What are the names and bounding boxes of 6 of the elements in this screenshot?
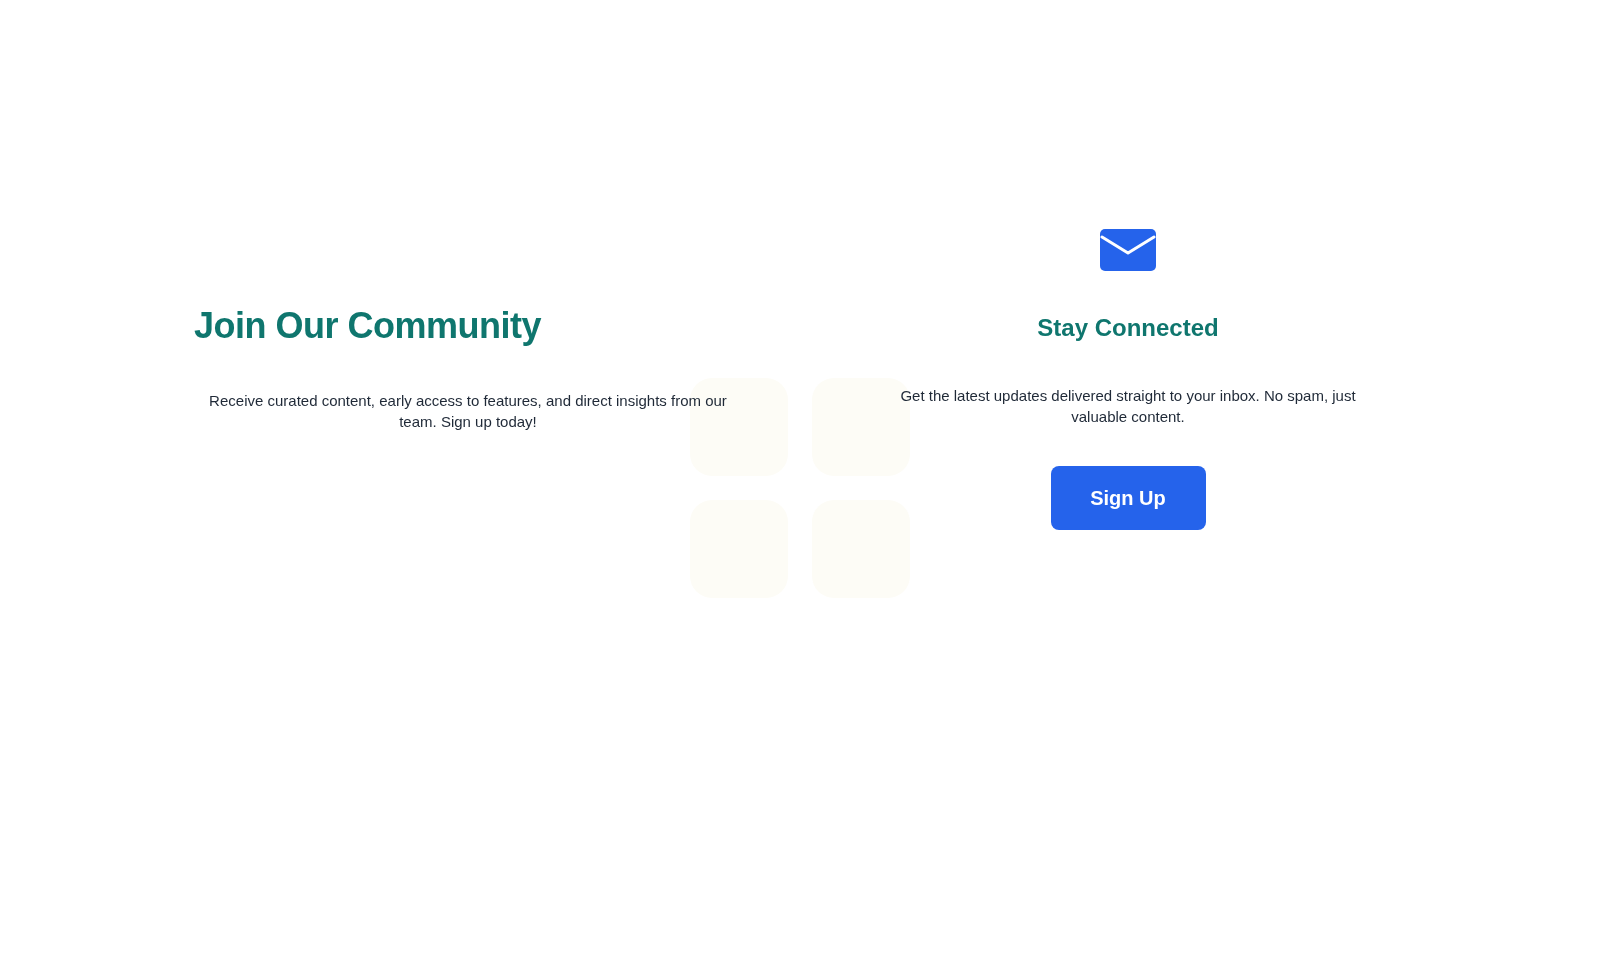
- section-heading: Stay Connected: [1037, 313, 1219, 343]
- envelope-icon: [1100, 229, 1156, 271]
- section-heading: Join Our Community: [194, 306, 541, 346]
- section-description: Get the latest updates delivered straight to your inbox. No spam, just valuable content.: [899, 386, 1357, 427]
- sign-up-button[interactable]: Sign Up: [1050, 466, 1206, 530]
- section-description: Receive curated content, early access to features, and direct insights from our team. Sign up today!: [208, 391, 728, 432]
